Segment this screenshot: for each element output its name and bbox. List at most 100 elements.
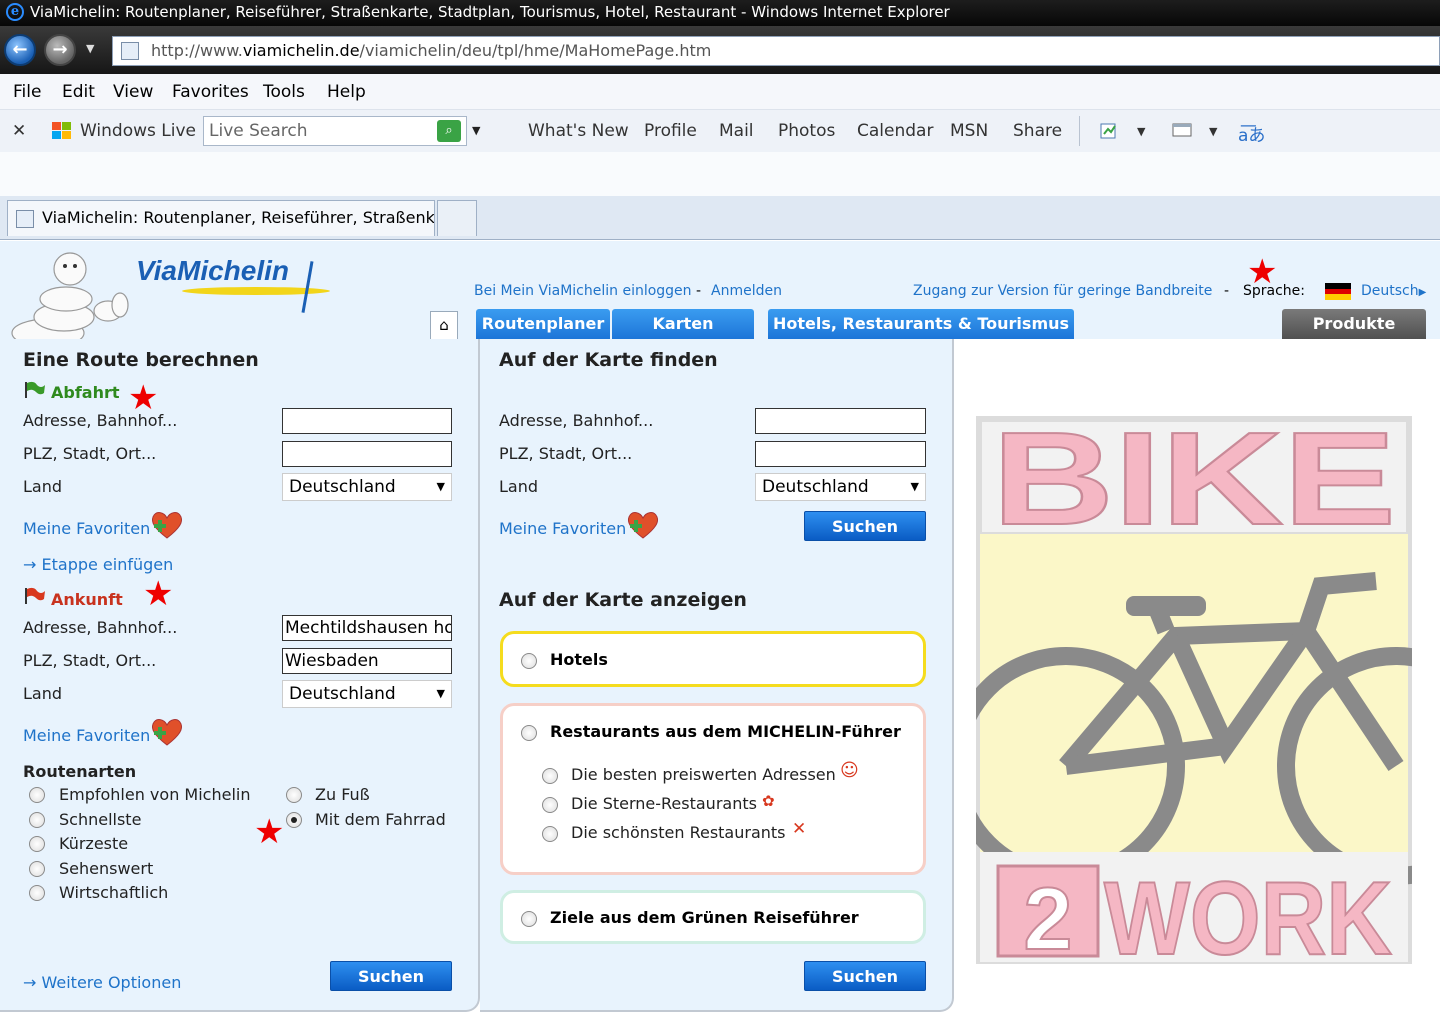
chevron-down-icon[interactable]: ▼ — [1209, 125, 1217, 138]
arrive-favorites-link[interactable]: Meine Favoriten — [23, 726, 150, 745]
depart-country-select[interactable]: Deutschland ▼ — [282, 473, 452, 501]
route-search-button[interactable]: Suchen — [330, 961, 452, 991]
live-link-profile[interactable]: Profile — [644, 121, 697, 141]
green-guide-box: Ziele aus dem Grünen Reiseführer — [500, 890, 926, 944]
green-guide-label: Ziele aus dem Grünen Reiseführer — [550, 908, 859, 927]
low-bandwidth-link[interactable]: Zugang zur Version für geringe Bandbreit… — [913, 283, 1212, 299]
register-link[interactable]: Anmelden — [711, 283, 782, 299]
new-tab-button[interactable] — [437, 200, 477, 236]
radio-nicest-restaurants[interactable] — [542, 826, 558, 842]
live-link-share[interactable]: Share — [1013, 121, 1062, 141]
live-link-mail[interactable]: Mail — [719, 121, 754, 141]
tab-produkte[interactable]: Produkte — [1282, 309, 1426, 339]
tab-viamichelin[interactable]: ViaMichelin: Routenplaner, Reiseführer, … — [7, 200, 435, 236]
radio-recommended[interactable] — [29, 787, 45, 803]
live-link-calendar[interactable]: Calendar — [857, 121, 933, 141]
hotels-box: Hotels — [500, 631, 926, 687]
red-flag-icon — [25, 587, 45, 604]
map-address-input[interactable] — [755, 408, 926, 434]
bike2work-ad-image[interactable]: BIKE 2 WORK — [976, 416, 1412, 964]
radio-scenic[interactable] — [29, 861, 45, 877]
menu-help[interactable]: Help — [327, 82, 366, 102]
menu-view[interactable]: View — [113, 82, 153, 102]
depart-title: Abfahrt — [51, 383, 120, 402]
star-marker-icon: ★ — [128, 378, 159, 418]
radio-star-restaurants[interactable] — [542, 797, 558, 813]
arrive-country-select[interactable]: Deutschland ▼ — [282, 680, 452, 708]
resto-option-label: Die schönsten Restaurants — [571, 823, 786, 842]
radio-hotels[interactable] — [521, 653, 537, 669]
arrive-address-input[interactable]: Mechtildshausen ho — [282, 615, 452, 641]
home-icon[interactable]: ⌂ — [430, 311, 458, 339]
blog-edit-icon[interactable] — [1099, 120, 1121, 140]
windows-live-label[interactable]: Windows Live — [80, 121, 196, 141]
radio-economical[interactable] — [29, 885, 45, 901]
map-city-input[interactable] — [755, 441, 926, 467]
window-icon[interactable] — [1171, 120, 1193, 140]
login-link[interactable]: Bei Mein ViaMichelin einloggen — [474, 283, 692, 299]
bib-gourmand-icon: ☺ — [840, 760, 859, 781]
menu-tools[interactable]: Tools — [263, 82, 305, 102]
ad-number-two: 2 — [1024, 869, 1073, 964]
header-separator: - — [1224, 283, 1230, 299]
heart-add-icon[interactable] — [150, 717, 184, 747]
menu-favorites[interactable]: Favorites — [172, 82, 249, 102]
map-show-search-button[interactable]: Suchen — [804, 961, 926, 991]
history-dropdown-icon[interactable]: ▼ — [86, 42, 94, 55]
arrive-city-input[interactable]: Wiesbaden — [282, 648, 452, 674]
menu-file[interactable]: File — [13, 82, 41, 102]
heart-add-icon[interactable] — [626, 510, 660, 540]
radio-bib-gourmand[interactable] — [542, 768, 558, 784]
depart-favorites-link[interactable]: Meine Favoriten — [23, 519, 150, 538]
live-search-input[interactable]: Live Search — [203, 116, 467, 146]
address-field[interactable]: http://www.viamichelin.de/viamichelin/de… — [112, 36, 1440, 66]
add-stage-link[interactable]: → Etappe einfügen — [23, 555, 173, 574]
route-planner-panel: Eine Route berechnen Abfahrt ★ Adresse, … — [0, 339, 480, 1012]
radio-restaurants[interactable] — [521, 725, 537, 741]
live-link-whats-new[interactable]: What's New — [528, 121, 629, 141]
map-plz-label: PLZ, Stadt, Ort... — [499, 444, 633, 463]
route-type-label: Zu Fuß — [315, 785, 370, 804]
translate-icon[interactable]: a͞あ — [1238, 121, 1265, 146]
map-country-select[interactable]: Deutschland ▼ — [755, 473, 926, 501]
search-icon[interactable]: ⌕ — [437, 120, 461, 142]
bibendum-mascot-icon — [11, 252, 129, 347]
page-icon — [16, 210, 34, 228]
arrive-title: Ankunft — [51, 590, 123, 609]
depart-address-input[interactable] — [282, 408, 452, 434]
live-link-photos[interactable]: Photos — [778, 121, 835, 141]
caret-right-icon: ▶ — [1418, 287, 1427, 298]
radio-green-guide[interactable] — [521, 911, 537, 927]
tab-title: ViaMichelin: Routenplaner, Reiseführer, … — [42, 208, 435, 227]
radio-fastest[interactable] — [29, 812, 45, 828]
heart-add-icon[interactable] — [150, 510, 184, 540]
menu-edit[interactable]: Edit — [62, 82, 95, 102]
radio-walking[interactable] — [286, 787, 302, 803]
map-country-value: Deutschland — [762, 477, 869, 497]
forward-arrow-icon[interactable]: → — [44, 34, 76, 66]
chevron-down-icon[interactable]: ▼ — [472, 124, 480, 137]
tab-routenplaner[interactable]: Routenplaner — [476, 309, 610, 339]
depart-country-value: Deutschland — [289, 477, 396, 497]
arrive-country-value: Deutschland — [289, 684, 396, 704]
tab-karten[interactable]: Karten — [612, 309, 754, 339]
radio-bicycle[interactable] — [286, 812, 302, 828]
viamichelin-logo[interactable]: ViaMichelin — [136, 255, 289, 287]
green-flag-icon — [25, 381, 45, 398]
depart-city-input[interactable] — [282, 441, 452, 467]
more-options-label: Weitere Optionen — [41, 973, 182, 992]
map-favorites-link[interactable]: Meine Favoriten — [499, 519, 626, 538]
live-link-msn[interactable]: MSN — [950, 121, 988, 141]
route-types-title: Routenarten — [23, 762, 137, 781]
radio-shortest[interactable] — [29, 836, 45, 852]
close-icon[interactable]: ✕ — [12, 121, 26, 141]
language-select[interactable]: Deutsch▶ — [1361, 283, 1426, 299]
map-search-button[interactable]: Suchen — [804, 511, 926, 541]
more-options-link[interactable]: → Weitere Optionen — [23, 973, 181, 992]
chevron-down-icon: ▼ — [436, 687, 445, 700]
tab-hotels-restaurants[interactable]: Hotels, Restaurants & Tourismus — [768, 309, 1074, 339]
route-type-label: Wirtschaftlich — [59, 883, 169, 902]
back-arrow-icon[interactable]: ← — [4, 34, 36, 66]
url-prefix: http://www. — [151, 41, 243, 60]
chevron-down-icon[interactable]: ▼ — [1137, 125, 1145, 138]
